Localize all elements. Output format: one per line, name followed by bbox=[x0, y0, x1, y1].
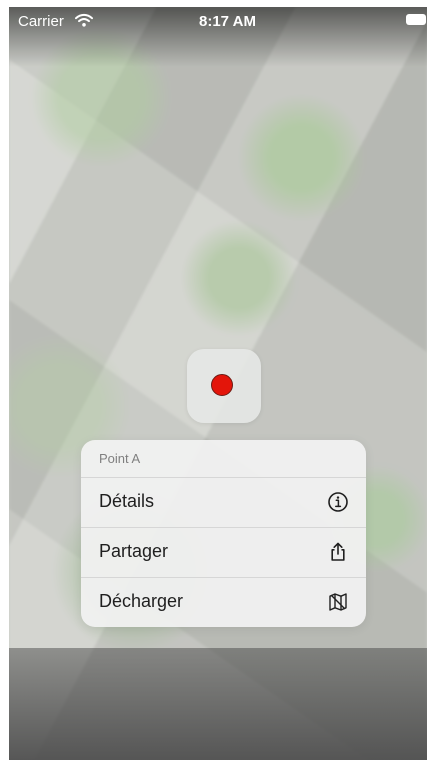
share-icon bbox=[327, 541, 349, 563]
wifi-icon bbox=[75, 13, 93, 27]
menu-item-unload[interactable]: Décharger bbox=[81, 578, 366, 627]
info-icon bbox=[327, 491, 349, 513]
context-menu-title: Point A bbox=[81, 440, 366, 478]
battery-icon bbox=[406, 14, 426, 25]
status-time: 8:17 AM bbox=[199, 13, 256, 30]
menu-item-share[interactable]: Partager bbox=[81, 528, 366, 578]
map-pin-preview[interactable] bbox=[187, 349, 261, 423]
unloaded-map-icon bbox=[327, 591, 349, 613]
menu-item-details-label: Détails bbox=[99, 491, 155, 511]
menu-item-details[interactable]: Détails bbox=[81, 478, 366, 528]
status-bar: Carrier 8:17 AM bbox=[9, 7, 427, 35]
bottom-dim-overlay bbox=[9, 648, 427, 760]
map-pin-icon bbox=[211, 374, 233, 396]
context-menu: Point A Détails Partager Décharger bbox=[81, 440, 366, 627]
phone-screen: Carrier 8:17 AM Point A Détails Partager… bbox=[9, 7, 427, 760]
menu-item-unload-label: Décharger bbox=[99, 591, 184, 611]
carrier-label: Carrier bbox=[18, 13, 64, 30]
menu-item-share-label: Partager bbox=[99, 541, 169, 561]
